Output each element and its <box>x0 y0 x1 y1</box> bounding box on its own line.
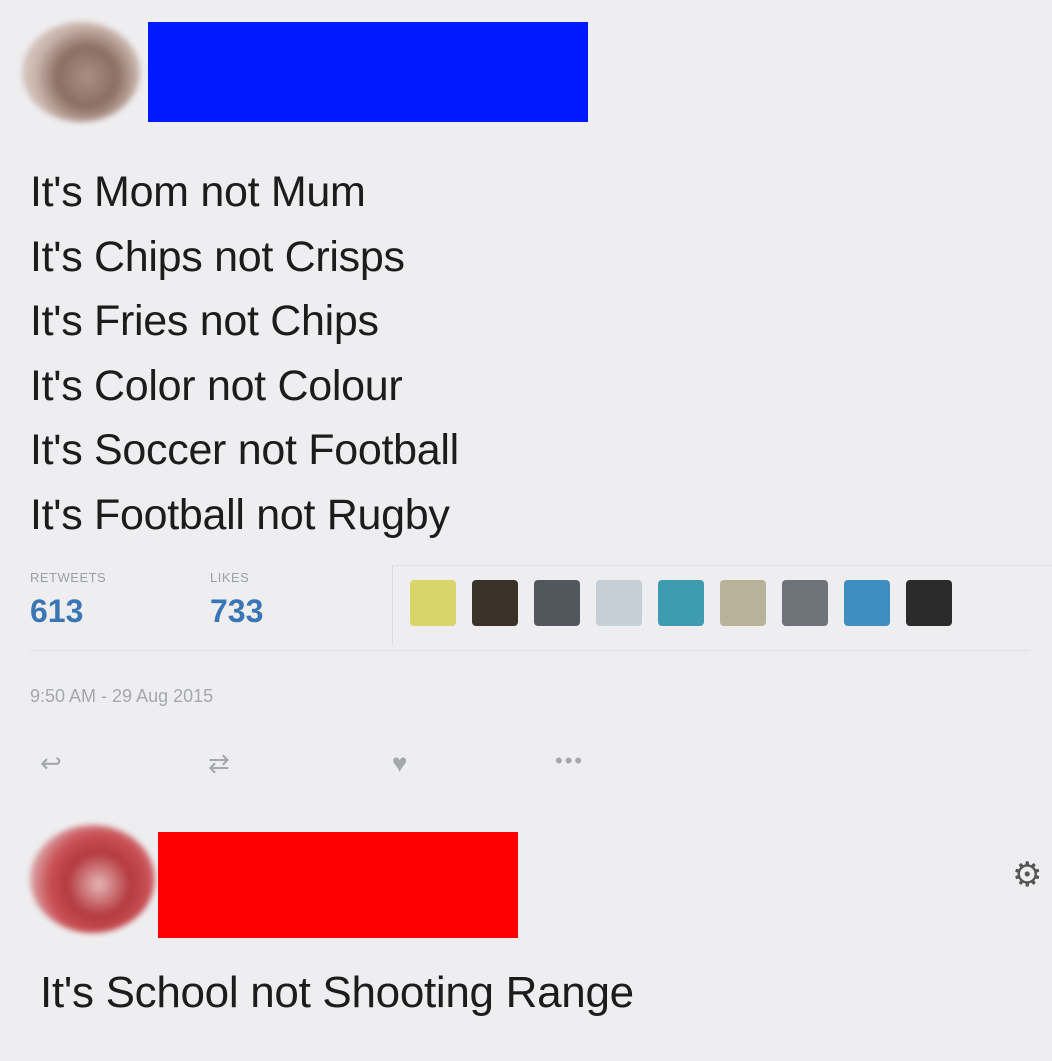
divider <box>30 650 1030 651</box>
redacted-author-name[interactable] <box>148 22 588 122</box>
retweets-count: 613 <box>30 593 84 629</box>
tweet-line: It's Mom not Mum <box>30 168 366 216</box>
reply-text: It's School not Shooting Range <box>40 968 634 1017</box>
liker-avatar[interactable] <box>720 580 766 626</box>
divider <box>392 565 1052 566</box>
liker-avatars <box>410 580 952 626</box>
tweet-line: It's Chips not Crisps <box>30 232 405 281</box>
tweet-line: It's Fries not Chips <box>30 297 379 345</box>
tweet-line: It's Football not Rugby <box>30 490 450 539</box>
avatar[interactable] <box>30 825 155 933</box>
tweet-timestamp[interactable]: 9:50 AM - 29 Aug 2015 <box>30 686 213 707</box>
likes-stat[interactable]: LIKES 733 <box>210 570 263 630</box>
likes-count: 733 <box>210 593 264 629</box>
liker-avatar[interactable] <box>658 580 704 626</box>
liker-avatar[interactable] <box>410 580 456 626</box>
retweets-label: RETWEETS <box>30 570 107 585</box>
tweet-actions: ↩ ⇄ ♥ ••• <box>30 748 630 788</box>
gear-icon[interactable]: ⚙ <box>1012 855 1042 895</box>
avatar[interactable] <box>22 22 140 122</box>
divider <box>392 565 393 645</box>
retweet-icon[interactable]: ⇄ <box>208 748 230 779</box>
liker-avatar[interactable] <box>844 580 890 626</box>
liker-avatar[interactable] <box>534 580 580 626</box>
heart-icon[interactable]: ♥ <box>392 748 407 779</box>
liker-avatar[interactable] <box>596 580 642 626</box>
liker-avatar[interactable] <box>782 580 828 626</box>
more-icon[interactable]: ••• <box>555 748 584 774</box>
retweets-stat[interactable]: RETWEETS 613 <box>30 570 106 630</box>
liker-avatar[interactable] <box>906 580 952 626</box>
tweet-line: It's Soccer not Football <box>30 426 459 474</box>
liker-avatar[interactable] <box>472 580 518 626</box>
tweet-line: It's Color not Colour <box>30 361 403 410</box>
reply-icon[interactable]: ↩ <box>40 748 62 779</box>
tweet-text: It's Mom not Mum It's Chips not Crisps I… <box>30 160 459 547</box>
likes-label: LIKES <box>210 570 250 585</box>
redacted-author-name[interactable] <box>158 832 518 938</box>
